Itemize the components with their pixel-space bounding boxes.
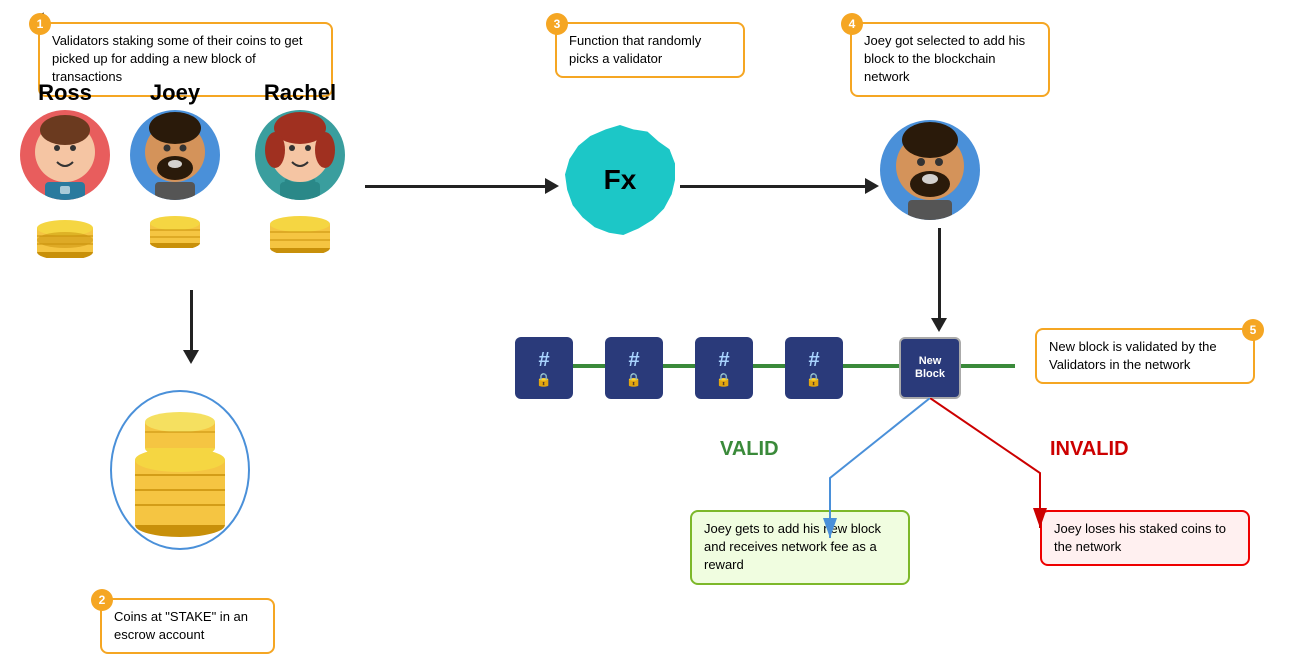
- joey-selected-avatar-circle: [880, 120, 980, 220]
- ross-name: Ross: [38, 80, 92, 106]
- block-2-hash: #: [628, 349, 639, 372]
- escrow-oval: [110, 390, 250, 550]
- escrow-coins: [120, 400, 240, 540]
- step2-callout: 2 Coins at "STAKE" in an escrow account: [100, 598, 275, 654]
- person-ross: Ross: [20, 80, 110, 258]
- invalid-branch-svg: [930, 398, 1150, 528]
- rachel-coins: [260, 208, 340, 253]
- new-block: NewBlock: [899, 337, 961, 399]
- arrow-line-h1: [365, 185, 545, 188]
- arrow-to-joey-selected: [680, 178, 879, 194]
- block-3-lock: 🔒: [716, 372, 732, 388]
- arrow-head-h2: [865, 178, 879, 194]
- step5-text: New block is validated by the Validators…: [1049, 339, 1217, 372]
- step4-callout: 4 Joey got selected to add his block to …: [850, 22, 1050, 97]
- block-1: # 🔒: [515, 337, 573, 399]
- joey-avatar: [130, 110, 220, 200]
- step3-text: Function that randomly picks a validator: [569, 33, 701, 66]
- arrow-to-escrow: [183, 290, 199, 364]
- joey-selected-avatar: [880, 120, 980, 220]
- block-2: # 🔒: [605, 337, 663, 399]
- block-1-lock: 🔒: [536, 372, 552, 388]
- arrow-line-h2: [680, 185, 865, 188]
- block-2-lock: 🔒: [626, 372, 642, 388]
- step3-callout: 3 Function that randomly picks a validat…: [555, 22, 745, 78]
- arrow-line-v1: [190, 290, 193, 350]
- block-4: # 🔒: [785, 337, 843, 399]
- ross-avatar: [20, 110, 110, 200]
- block-4-lock: 🔒: [806, 372, 822, 388]
- joey-name: Joey: [150, 80, 200, 106]
- block-3: # 🔒: [695, 337, 753, 399]
- new-block-label: NewBlock: [915, 355, 945, 381]
- step4-text: Joey got selected to add his block to th…: [864, 33, 1025, 84]
- block-1-hash: #: [538, 349, 549, 372]
- step5-badge: 5: [1242, 319, 1264, 341]
- block-3-hash: #: [718, 349, 729, 372]
- arrow-head-down1: [183, 350, 199, 364]
- diagram: ◀ 1 Validators staking some of their coi…: [0, 0, 1289, 672]
- step2-badge: 2: [91, 589, 113, 611]
- step5-callout: 5 New block is validated by the Validato…: [1035, 328, 1255, 384]
- step4-badge: 4: [841, 13, 863, 35]
- joey-coins: [140, 208, 210, 248]
- fx-symbol: Fx: [604, 164, 637, 196]
- rachel-name: Rachel: [264, 80, 336, 106]
- arrow-to-fx: [365, 178, 559, 194]
- step3-badge: 3: [546, 13, 568, 35]
- arrow-to-blockchain: [931, 228, 947, 332]
- person-joey: Joey: [130, 80, 220, 248]
- arrow-head-h1: [545, 178, 559, 194]
- person-rachel: Rachel: [255, 80, 345, 253]
- arrow-line-v2: [938, 228, 941, 318]
- step1-badge: 1: [29, 13, 51, 35]
- rachel-avatar: [255, 110, 345, 200]
- fx-box: Fx: [565, 125, 675, 235]
- ross-coins: [30, 208, 100, 258]
- arrow-head-down2: [931, 318, 947, 332]
- step1-text: Validators staking some of their coins t…: [52, 33, 303, 84]
- step2-text: Coins at "STAKE" in an escrow account: [114, 609, 248, 642]
- valid-branch-svg: [700, 398, 940, 538]
- block-4-hash: #: [808, 349, 819, 372]
